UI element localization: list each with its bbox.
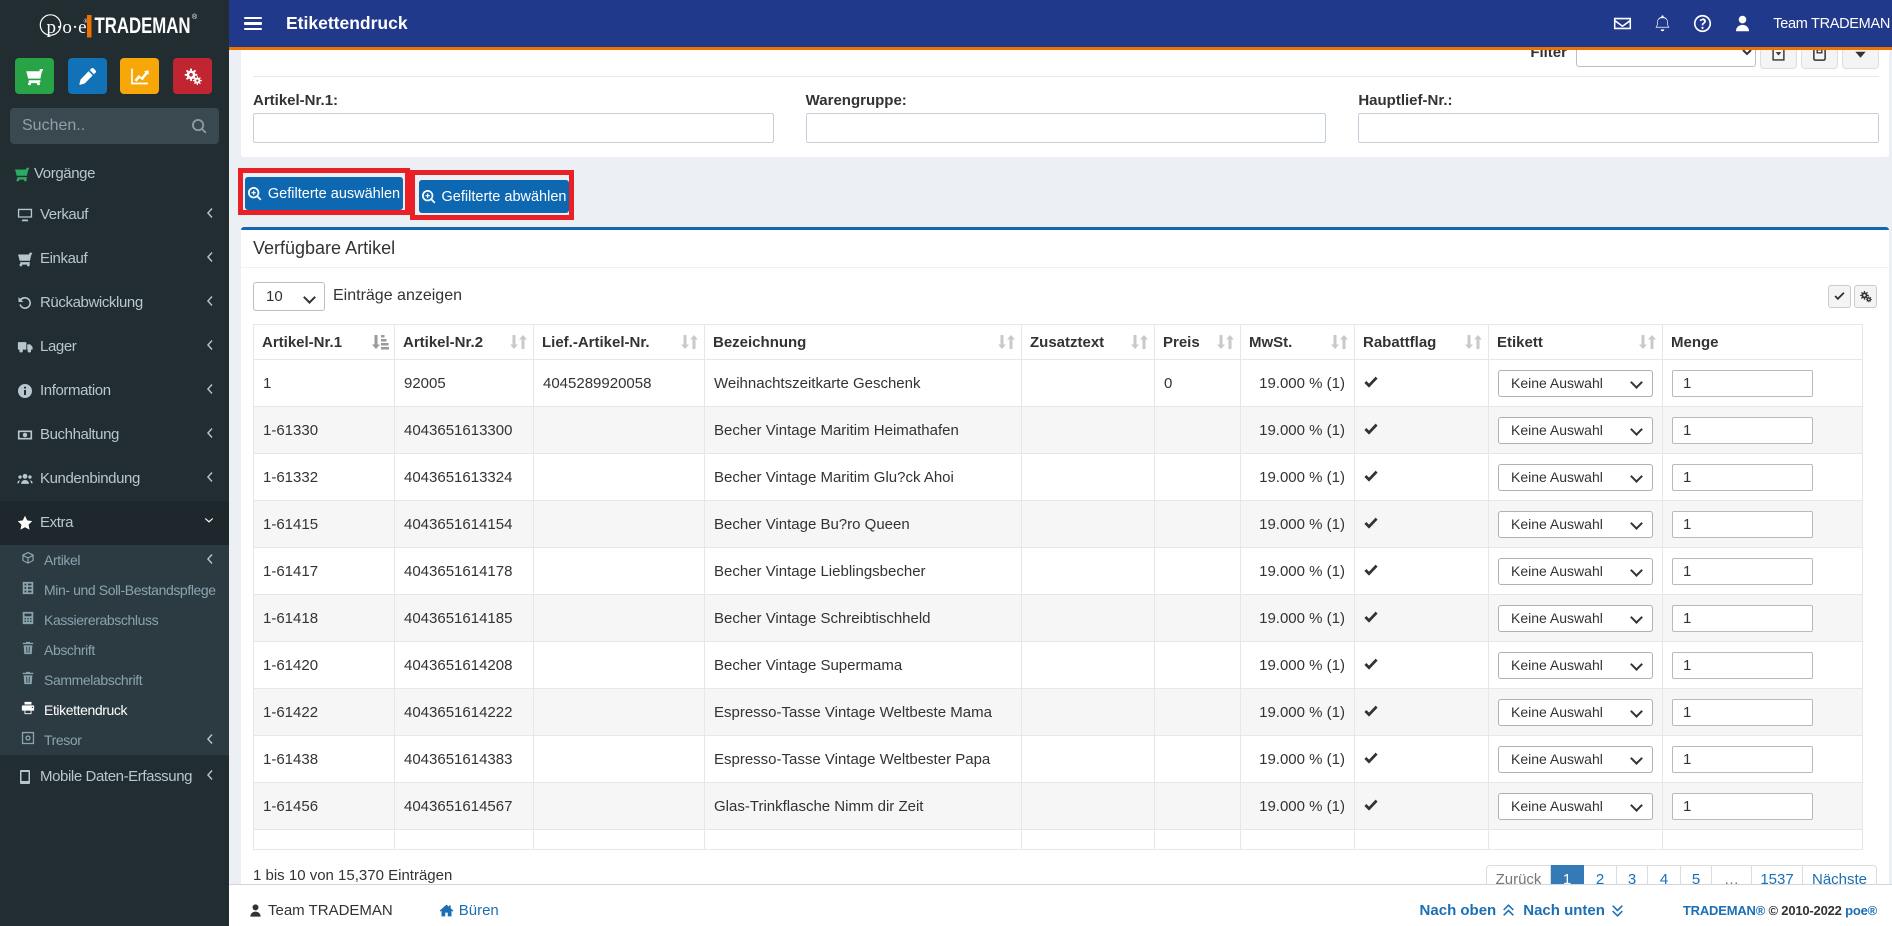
svg-text:TRADEMAN: TRADEMAN	[94, 13, 190, 38]
svg-text:®: ®	[192, 13, 197, 21]
svg-text:p·o·e: p·o·e	[46, 17, 86, 38]
